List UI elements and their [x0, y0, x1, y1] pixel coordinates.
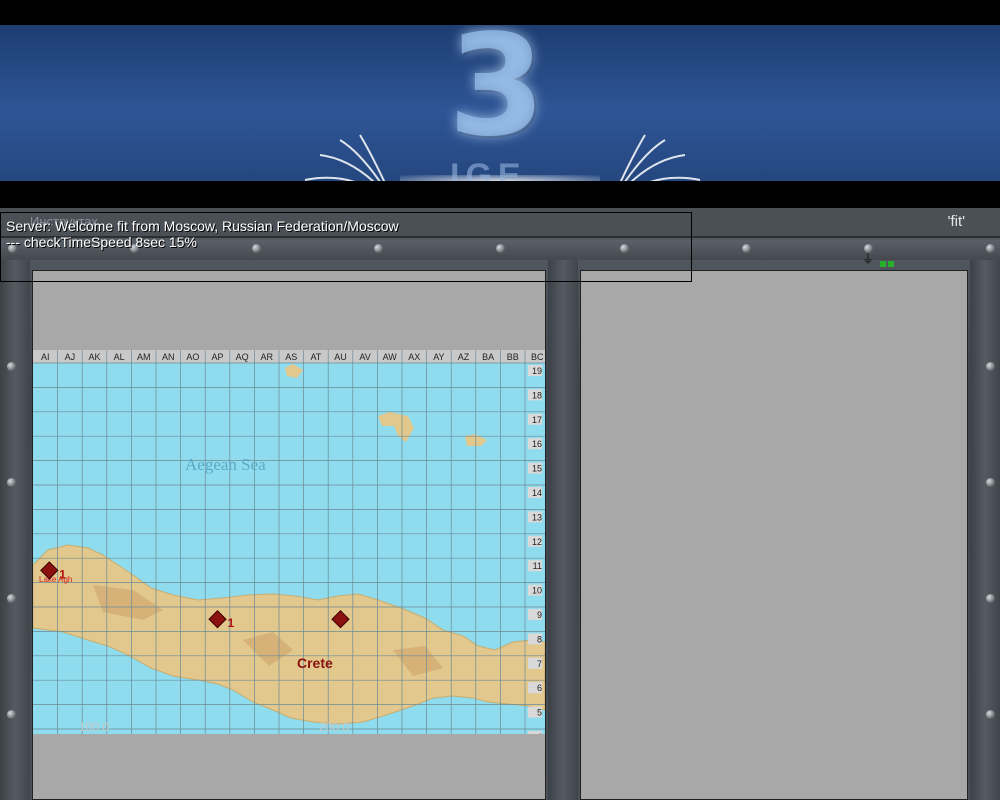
grid-column-label: AM: [137, 352, 151, 362]
rivet: [7, 362, 16, 371]
grid-column-label: AV: [359, 352, 370, 362]
logo-number: 3: [448, 25, 546, 168]
grid-column-label: AL: [114, 352, 125, 362]
console-line: Server: Welcome fit from Moscow, Russian…: [6, 218, 399, 234]
rivet: [986, 478, 995, 487]
distance-label: 100.0: [79, 720, 109, 734]
right-wing-decoration: [619, 134, 701, 181]
grid-column-label: BB: [507, 352, 519, 362]
rivet: [986, 244, 995, 253]
grid-row-label: 18: [532, 390, 542, 400]
grid-column-label: AQ: [236, 352, 249, 362]
grid-row-label: 9: [537, 610, 542, 620]
logo-subtext: IGE: [450, 157, 527, 181]
rivet: [986, 594, 995, 603]
grid-column-label: BA: [482, 352, 494, 362]
grid-row-label: 15: [532, 464, 542, 474]
grid-column-label: AY: [433, 352, 444, 362]
user-name-label: 'fit': [947, 213, 965, 230]
grid-row-label: 19: [532, 366, 542, 376]
grid-column-label: AN: [162, 352, 175, 362]
grid-column-label: AI: [41, 352, 50, 362]
connection-plug-icon: ⏚: [862, 252, 875, 266]
distance-label: 200.0: [319, 720, 349, 734]
grid-column-label: AU: [334, 352, 347, 362]
grid-row-label: 8: [537, 634, 542, 644]
server-console: Server: Welcome fit from Moscow, Russian…: [0, 212, 692, 282]
status-led: [880, 261, 886, 267]
grid-row-label: 17: [532, 415, 542, 425]
sea-label: Aegean Sea: [185, 455, 266, 474]
rivet: [7, 478, 16, 487]
island-label: Crete: [297, 655, 333, 671]
grid-row-label: 6: [537, 683, 542, 693]
middle-rail: [548, 260, 578, 800]
grid-row-label: 12: [532, 537, 542, 547]
grid-row-label: 13: [532, 512, 542, 522]
grid-column-label: BC: [531, 352, 544, 362]
grid-row-label: 10: [532, 586, 542, 596]
status-led: [888, 261, 894, 267]
rivet: [742, 244, 751, 253]
grid-column-label: AS: [285, 352, 297, 362]
left-wing-decoration: [304, 134, 386, 181]
grid-row-label: 7: [537, 659, 542, 669]
console-line: --- checkTimeSpeed 8sec 15%: [6, 234, 197, 250]
objective-marker-number: 1: [59, 567, 66, 581]
rivet: [986, 710, 995, 719]
right-rail: [970, 260, 1000, 800]
grid-column-label: AW: [383, 352, 398, 362]
grid-column-label: AJ: [65, 352, 76, 362]
rivet: [986, 362, 995, 371]
grid-column-label: AP: [211, 352, 223, 362]
grid-column-label: AT: [310, 352, 321, 362]
left-rail: [0, 260, 30, 800]
grid-column-label: AO: [186, 352, 199, 362]
grid-row-label: 16: [532, 439, 542, 449]
grid-column-label: AR: [260, 352, 273, 362]
place-label: Lake Agh: [39, 575, 72, 584]
top-banner: 3 IGE: [0, 25, 1000, 181]
grid-column-label: AZ: [458, 352, 470, 362]
rivet: [7, 594, 16, 603]
grid-row-label: 4: [537, 732, 542, 734]
grid-row-label: 14: [532, 488, 542, 498]
info-panel: [580, 270, 968, 800]
grid-row-label: 5: [537, 708, 542, 718]
grid-column-label: AK: [88, 352, 100, 362]
objective-marker-number: 1: [228, 616, 235, 630]
grid-row-label: 11: [533, 561, 542, 571]
grid-column-label: AX: [408, 352, 420, 362]
rivet: [7, 710, 16, 719]
mission-map[interactable]: AI AJ AK AL AM AN AO AP AQ AR AS AT AU AV AW AX AY AZ BA BB…: [33, 350, 545, 734]
